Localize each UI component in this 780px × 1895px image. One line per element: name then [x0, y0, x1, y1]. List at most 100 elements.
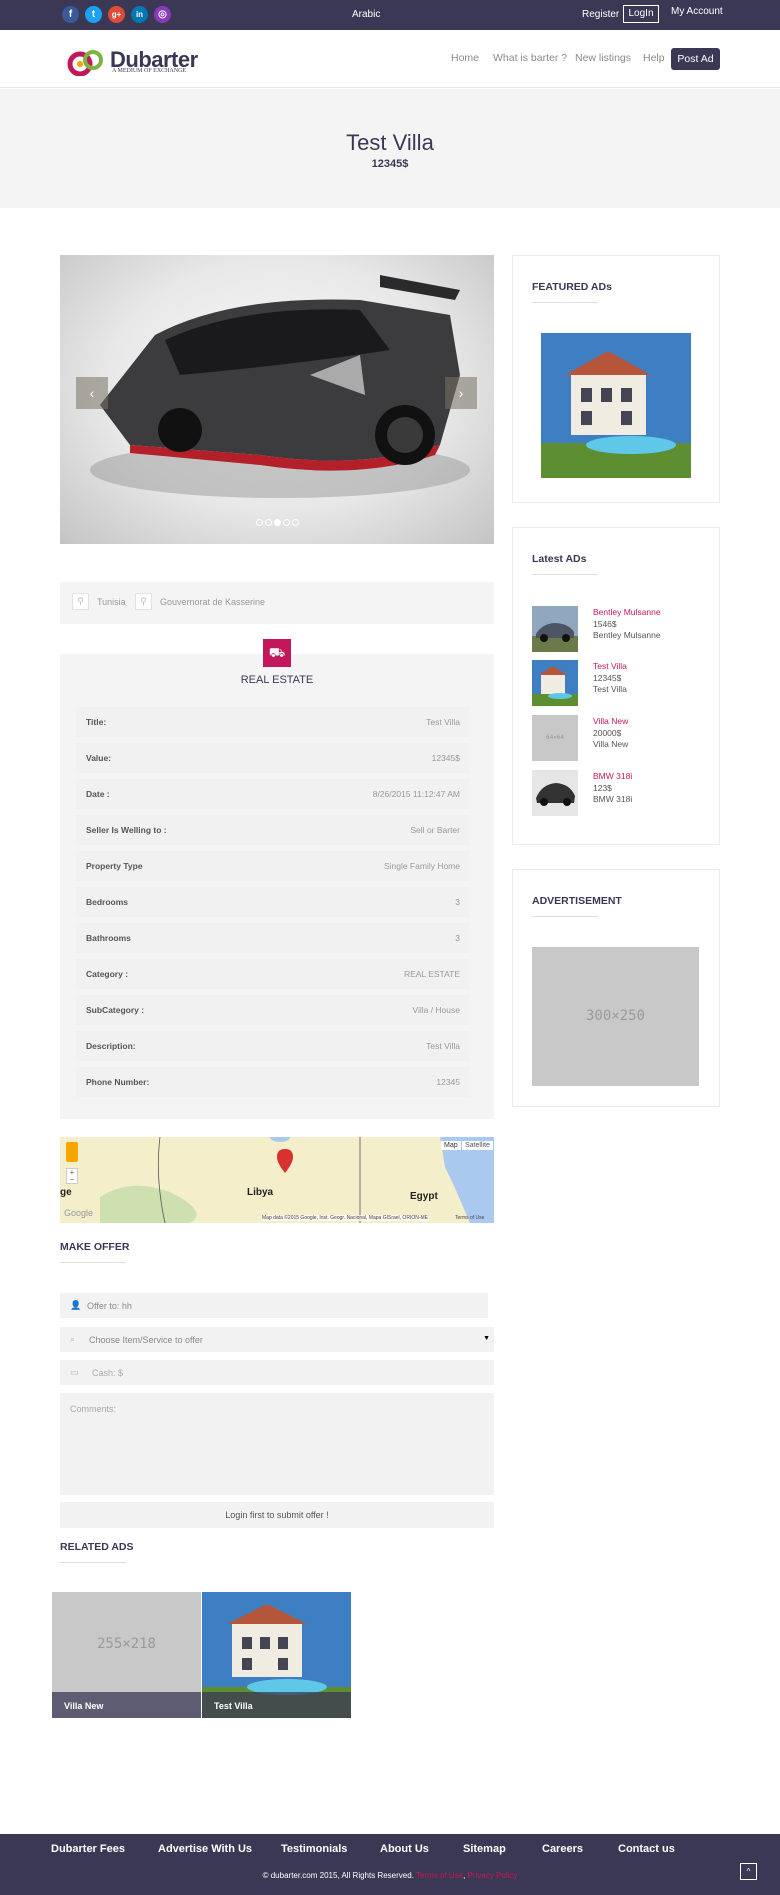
instagram-icon[interactable]: ◎	[154, 6, 171, 23]
nav-what-is-barter[interactable]: What is barter ?	[493, 52, 567, 64]
offer-item-selected: Choose Item/Service to offer	[89, 1335, 203, 1345]
nav-home[interactable]: Home	[451, 52, 479, 64]
map-attribution: Map data ©2015 Google, Inst. Geogr. Naci…	[262, 1215, 428, 1221]
latest-ad-price: 12345$	[593, 673, 622, 683]
detail-row: Title: Test Villa	[76, 707, 470, 737]
register-link[interactable]: Register	[582, 9, 619, 20]
twitter-icon[interactable]: t	[85, 6, 102, 23]
separator: ,	[463, 1871, 466, 1880]
latest-ad-title[interactable]: BMW 318i	[593, 771, 632, 781]
detail-value: Single Family Home	[383, 861, 460, 871]
latest-ad-thumb[interactable]	[532, 770, 578, 816]
footer-link-careers[interactable]: Careers	[542, 1843, 583, 1855]
slider-dot[interactable]	[265, 519, 272, 526]
zoom-control[interactable]: + −	[66, 1168, 78, 1184]
login-button[interactable]: LogIn	[623, 5, 659, 23]
logo-icon[interactable]	[66, 48, 108, 76]
offer-to-field[interactable]: 👤 Offer to: hh	[60, 1293, 488, 1318]
comments-textarea[interactable]: Comments:	[60, 1393, 494, 1495]
cash-input[interactable]: ▭ Cash: $	[60, 1360, 494, 1385]
footer-link-contact[interactable]: Contact us	[618, 1843, 675, 1855]
latest-ad-thumb[interactable]	[532, 660, 578, 706]
latest-ad-thumb[interactable]	[532, 606, 578, 652]
image-slider[interactable]	[60, 255, 494, 544]
related-ad-card[interactable]: Test Villa	[202, 1592, 351, 1718]
page-title: Test Villa	[346, 130, 434, 155]
detail-label: Description:	[86, 1041, 136, 1051]
latest-ad-name: BMW 318i	[593, 794, 633, 804]
map-type-satellite-button[interactable]: Satellite	[462, 1141, 493, 1150]
back-to-top-button[interactable]: ^	[740, 1863, 757, 1880]
post-ad-button[interactable]: Post Ad	[671, 48, 720, 70]
terms-link[interactable]: Terms of Use	[416, 1871, 463, 1880]
money-icon: ▭	[70, 1367, 79, 1377]
detail-label: SubCategory :	[86, 1005, 145, 1015]
section-divider	[532, 916, 598, 917]
detail-value: Sell or Barter	[410, 825, 460, 835]
map-terms-link[interactable]: Terms of Use	[455, 1215, 484, 1221]
truck-icon: ⛟	[263, 639, 291, 667]
detail-row: Category : REAL ESTATE	[76, 959, 470, 989]
pegman-icon[interactable]	[66, 1142, 78, 1162]
latest-ad-thumb[interactable]: 64×64	[532, 715, 578, 761]
nav-help[interactable]: Help	[643, 52, 665, 64]
location-pin-icon: ⚲	[135, 593, 152, 610]
footer-link-advertise[interactable]: Advertise With Us	[158, 1843, 252, 1855]
map-canvas[interactable]	[60, 1137, 494, 1223]
ad-placeholder[interactable]: 300×250	[532, 947, 699, 1086]
footer-link-sitemap[interactable]: Sitemap	[463, 1843, 506, 1855]
nav-new-listings[interactable]: New listings	[575, 52, 631, 64]
footer-link-testimonials[interactable]: Testimonials	[281, 1843, 347, 1855]
detail-row: Bedrooms 3	[76, 887, 470, 917]
latest-ad-title[interactable]: Villa New	[593, 716, 628, 726]
copyright-text: © dubarter.com 2015, All Rights Reserved…	[262, 1871, 414, 1880]
detail-value: 3	[455, 933, 460, 943]
slider-next-button[interactable]: ›	[445, 377, 477, 409]
related-ad-card[interactable]: 255×218 Villa New	[52, 1592, 201, 1718]
featured-ad-image[interactable]	[541, 333, 691, 478]
slider-dot[interactable]	[256, 519, 263, 526]
detail-label: Title:	[86, 717, 107, 727]
privacy-link[interactable]: Privacy Policy	[468, 1871, 518, 1880]
related-ads-title: RELATED ADs	[60, 1541, 134, 1553]
detail-value: REAL ESTATE	[403, 969, 460, 979]
map-type-map-button[interactable]: Map	[441, 1141, 461, 1150]
detail-label: Bedrooms	[86, 897, 129, 907]
footer-link-fees[interactable]: Dubarter Fees	[51, 1843, 125, 1855]
latest-ad-price: 123$	[593, 783, 612, 793]
detail-row: Property Type Single Family Home	[76, 851, 470, 881]
slider-dot-active[interactable]	[274, 519, 281, 526]
footer-link-about[interactable]: About Us	[380, 1843, 429, 1855]
latest-ad-title[interactable]: Test Villa	[593, 661, 627, 671]
comments-placeholder: Comments:	[70, 1404, 117, 1414]
chevron-down-icon: ▼	[483, 1335, 490, 1342]
facebook-icon[interactable]: f	[62, 6, 79, 23]
detail-row: Bathrooms 3	[76, 923, 470, 953]
google-logo: Google	[64, 1208, 94, 1218]
slider-dot[interactable]	[292, 519, 299, 526]
detail-row: Description: Test Villa	[76, 1031, 470, 1061]
latest-ad-name: Bentley Mulsanne	[593, 630, 661, 640]
slider-prev-button[interactable]: ‹	[76, 377, 108, 409]
slider-dot[interactable]	[283, 519, 290, 526]
location-country: Tunisia	[97, 597, 126, 607]
my-account-link[interactable]: My Account	[671, 6, 723, 17]
copyright: © dubarter.com 2015, All Rights Reserved…	[0, 1871, 780, 1880]
logo-tagline: A MEDIUM OF EXCHANGE	[112, 68, 187, 74]
detail-row: Value: 12345$	[76, 743, 470, 773]
location-map[interactable]	[60, 1137, 494, 1223]
advertisement-title: ADVERTISEMENT	[532, 895, 622, 907]
location-region: Gouvernorat de Kasserine	[160, 597, 266, 607]
slider-dots[interactable]	[256, 517, 301, 526]
related-ad-name: Test Villa	[202, 1692, 351, 1718]
car-image	[90, 275, 470, 498]
submit-offer-button[interactable]: Login first to submit offer !	[60, 1502, 494, 1528]
offer-item-select[interactable]: ⌕ Choose Item/Service to offer ▼	[60, 1327, 494, 1352]
detail-value: 8/26/2015 11:12:47 AM	[372, 789, 460, 799]
latest-ad-price: 20000$	[593, 728, 622, 738]
offer-to-value: Offer to: hh	[87, 1301, 132, 1311]
latest-ad-title[interactable]: Bentley Mulsanne	[593, 607, 661, 617]
linkedin-icon[interactable]: in	[131, 6, 148, 23]
google-plus-icon[interactable]: g+	[108, 6, 125, 23]
language-link[interactable]: Arabic	[352, 9, 380, 20]
